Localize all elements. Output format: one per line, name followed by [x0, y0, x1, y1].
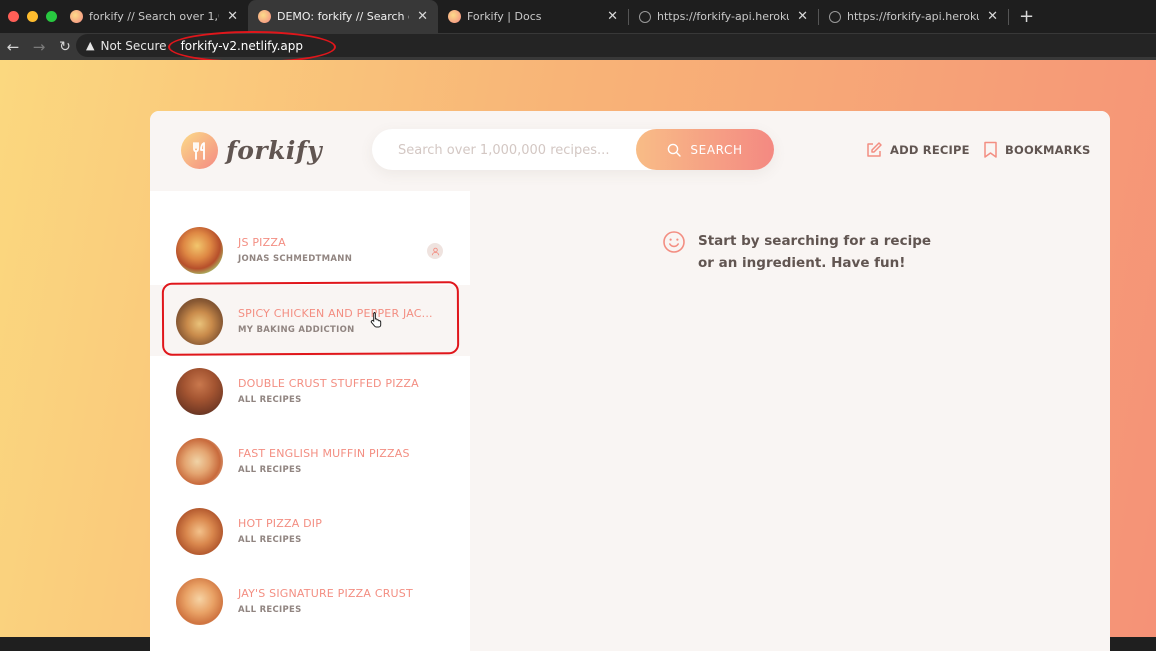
- result-publisher: ALL RECIPES: [238, 395, 302, 405]
- search-input[interactable]: [396, 129, 636, 172]
- globe-icon: [639, 10, 651, 23]
- edit-icon: [867, 142, 882, 157]
- tab-title: https://forkify-api.herokuapp.co: [657, 10, 789, 23]
- browser-tab-strip: forkify // Search over 1,000,00 ✕ DEMO: …: [0, 0, 1156, 33]
- recipe-thumbnail: [176, 368, 223, 415]
- warning-icon: ▲: [86, 39, 95, 52]
- message-text: Start by searching for a recipe or an in…: [698, 233, 932, 271]
- result-title: JAY'S SIGNATURE PIZZA CRUST: [238, 587, 413, 600]
- recipe-thumbnail: [176, 578, 223, 625]
- tab-title: https://forkify-api.herokuapp.co: [847, 10, 979, 23]
- fork-knife-icon: [181, 132, 218, 169]
- logo[interactable]: forkify: [181, 132, 322, 169]
- result-publisher: ALL RECIPES: [238, 605, 302, 615]
- browser-tab[interactable]: https://forkify-api.herokuapp.co ✕: [819, 0, 1008, 33]
- annotation-ellipse: [168, 31, 336, 63]
- forkify-favicon-icon: [448, 10, 461, 23]
- app-container: forkify SEARCH ADD RECIPE: [150, 111, 1110, 651]
- tab-close-icon[interactable]: ✕: [607, 9, 618, 24]
- tab-close-icon[interactable]: ✕: [987, 9, 998, 24]
- recipe-thumbnail: [176, 438, 223, 485]
- tab-title: forkify // Search over 1,000,00: [89, 10, 219, 23]
- forward-arrow-icon[interactable]: →: [26, 38, 52, 56]
- result-title: JS PIZZA: [238, 236, 286, 249]
- tab-close-icon[interactable]: ✕: [227, 9, 238, 24]
- nav-add-recipe[interactable]: ADD RECIPE: [865, 141, 970, 159]
- recipe-thumbnail: [176, 227, 223, 274]
- nav-bookmarks[interactable]: BOOKMARKS: [983, 141, 1090, 159]
- result-title: DOUBLE CRUST STUFFED PIZZA: [238, 377, 419, 390]
- forkify-favicon-icon: [70, 10, 83, 23]
- new-tab-icon[interactable]: +: [1009, 6, 1044, 27]
- browser-tab[interactable]: Forkify | Docs ✕: [438, 0, 628, 33]
- user-generated-icon: [427, 243, 443, 259]
- security-label: Not Secure: [100, 38, 167, 53]
- page-background: forkify SEARCH ADD RECIPE: [0, 60, 1156, 651]
- back-arrow-icon[interactable]: ←: [0, 38, 26, 56]
- start-message: Start by searching for a recipe or an in…: [662, 230, 938, 274]
- result-publisher: ALL RECIPES: [238, 535, 302, 545]
- tab-close-icon[interactable]: ✕: [797, 9, 808, 24]
- app-header: forkify SEARCH ADD RECIPE: [150, 111, 1110, 191]
- result-item[interactable]: JS PIZZA JONAS SCHMEDTMANN: [150, 215, 470, 285]
- browser-tab-active[interactable]: DEMO: forkify // Search over 1,0 ✕: [248, 0, 438, 33]
- close-window-button[interactable]: [8, 11, 19, 22]
- bookmark-icon: [984, 141, 997, 158]
- search-form: SEARCH: [372, 129, 774, 172]
- tab-close-icon[interactable]: ✕: [417, 9, 428, 24]
- search-icon: [668, 143, 682, 157]
- tab-title: Forkify | Docs: [467, 10, 542, 23]
- annotation-box: [161, 281, 460, 356]
- search-results: JS PIZZA JONAS SCHMEDTMANN SPICY CHICKEN…: [150, 191, 470, 651]
- search-button[interactable]: SEARCH: [636, 129, 774, 170]
- result-publisher: JONAS SCHMEDTMANN: [238, 254, 353, 264]
- browser-tab[interactable]: https://forkify-api.herokuapp.co ✕: [629, 0, 818, 33]
- result-item[interactable]: HOT PIZZA DIP ALL RECIPES: [150, 496, 470, 566]
- recipe-thumbnail: [176, 508, 223, 555]
- search-button-label: SEARCH: [690, 142, 743, 157]
- zoom-window-button[interactable]: [46, 11, 57, 22]
- result-title: HOT PIZZA DIP: [238, 517, 323, 530]
- tab-title: DEMO: forkify // Search over 1,0: [277, 10, 409, 23]
- result-title: FAST ENGLISH MUFFIN PIZZAS: [238, 447, 410, 460]
- window-controls: [0, 11, 60, 22]
- forkify-favicon-icon: [258, 10, 271, 23]
- result-item[interactable]: FAST ENGLISH MUFFIN PIZZAS ALL RECIPES: [150, 426, 470, 496]
- smile-icon: [663, 231, 685, 253]
- minimize-window-button[interactable]: [27, 11, 38, 22]
- hand-pointer-icon: [370, 312, 382, 328]
- globe-icon: [829, 10, 841, 23]
- result-item[interactable]: JAY'S SIGNATURE PIZZA CRUST ALL RECIPES: [150, 566, 470, 636]
- logo-text: forkify: [226, 136, 323, 165]
- add-recipe-label: ADD RECIPE: [890, 143, 970, 157]
- reload-icon[interactable]: ↻: [52, 39, 78, 55]
- browser-tab[interactable]: forkify // Search over 1,000,00 ✕: [60, 0, 248, 33]
- result-item[interactable]: DOUBLE CRUST STUFFED PIZZA ALL RECIPES: [150, 356, 470, 426]
- result-publisher: ALL RECIPES: [238, 465, 302, 475]
- bookmarks-label: BOOKMARKS: [1005, 143, 1091, 157]
